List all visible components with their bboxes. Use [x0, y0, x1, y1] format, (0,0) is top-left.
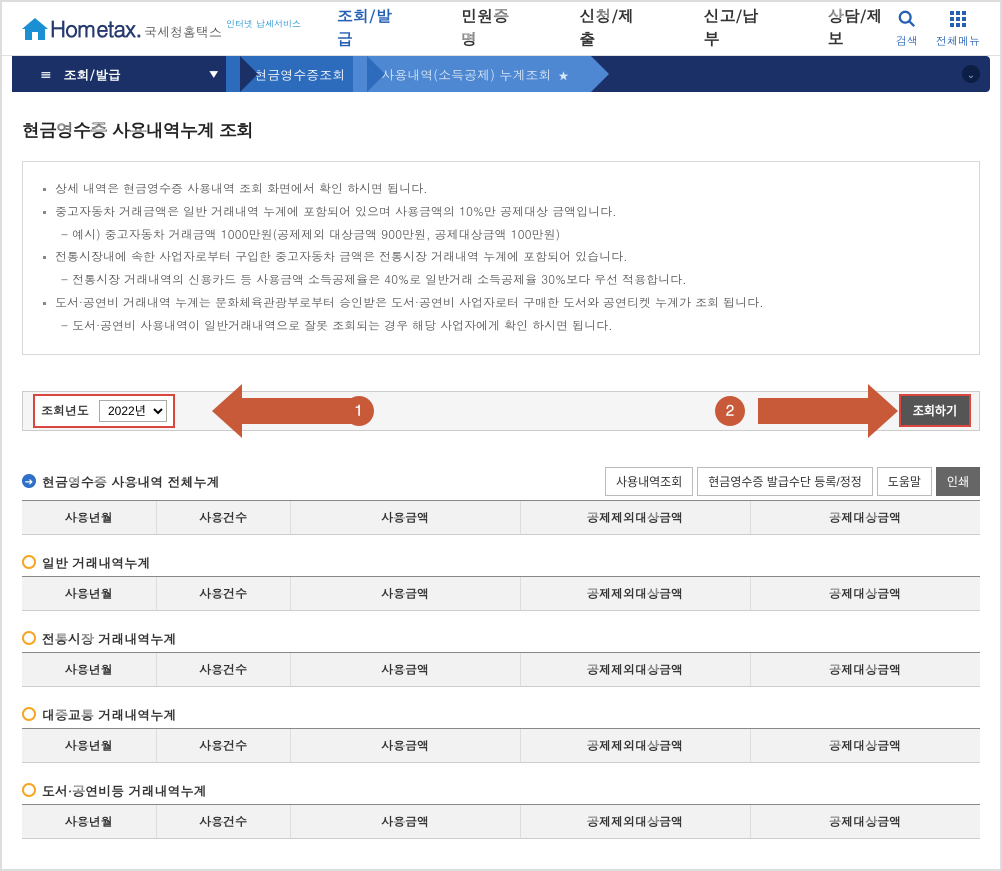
logo-tagline: 인터넷 납세서비스: [226, 17, 301, 30]
crumb-root[interactable]: ≡조회/발급▼: [12, 56, 240, 92]
info-subline: - 전통시장 거래내역의 신용카드 등 사용금액 소득공제율은 40%로 일반거…: [43, 269, 959, 292]
logo-main: Hometax.: [50, 13, 142, 44]
badge-2: 2: [715, 396, 745, 426]
circle-icon: [22, 555, 36, 569]
info-box: 상세 내역은 현금영수증 사용내역 조회 화면에서 확인 하시면 됩니다. 중고…: [22, 161, 980, 355]
full-menu-label: 전체메뉴: [936, 34, 980, 49]
col-month: 사용년월: [22, 500, 156, 534]
circle-icon: [22, 783, 36, 797]
info-line: 도서·공연비 거래내역 누계는 문화체육관광부로부터 승인받은 도서·공연비 사…: [43, 292, 959, 315]
arrow-circle-icon: ➔: [22, 474, 36, 488]
total-section-title: 현금영수증 사용내역 전체누계: [42, 472, 220, 491]
total-section-header: ➔ 현금영수증 사용내역 전체누계 사용내역조회 현금영수증 발급수단 등록/정…: [22, 467, 980, 496]
query-wrap: 조회년도 2022년 조회하기 1 2: [22, 381, 980, 441]
info-line: 전통시장내에 속한 사업자로부터 구입한 중고자동차 금액은 전통시장 거래내역…: [43, 246, 959, 269]
transport-table: 사용년월 사용건수 사용금액 공제제외대상금액 공제대상금액: [22, 728, 980, 763]
logo-sub: 국세청홈택스: [144, 22, 222, 41]
year-select[interactable]: 2022년: [99, 400, 167, 422]
lookup-button[interactable]: 조회하기: [901, 396, 969, 425]
badge-1: 1: [344, 396, 374, 426]
col-deductible: 공제대상금액: [750, 500, 980, 534]
year-label: 조회년도: [41, 402, 89, 419]
star-icon[interactable]: ★: [557, 67, 569, 84]
market-table: 사용년월 사용건수 사용금액 공제제외대상금액 공제대상금액: [22, 652, 980, 687]
info-line: 상세 내역은 현금영수증 사용내역 조회 화면에서 확인 하시면 됩니다.: [43, 178, 959, 201]
search-label: 검색: [896, 34, 918, 49]
header-right: 검색 전체메뉴: [896, 9, 980, 49]
breadcrumb: ≡조회/발급▼ 현금영수증조회 사용내역(소득공제) 누계조회★ ⌄: [12, 56, 990, 92]
crumb-fill: ⌄: [577, 56, 990, 92]
print-button[interactable]: 인쇄: [936, 467, 980, 496]
house-icon: [20, 16, 50, 42]
circle-icon: [22, 707, 36, 721]
info-subline: - 도서·공연비 사용내역이 일반거래내역으로 잘못 조회되는 경우 해당 사업…: [43, 315, 959, 338]
sub-section-header: 대중교통 거래내역누계: [22, 705, 980, 724]
total-table: 사용년월 사용건수 사용금액 공제제외대상금액 공제대상금액: [22, 500, 980, 535]
search-action[interactable]: 검색: [896, 9, 918, 49]
col-amount: 사용금액: [290, 500, 520, 534]
general-table: 사용년월 사용건수 사용금액 공제제외대상금액 공제대상금액: [22, 576, 980, 611]
top-header: Hometax. 국세청홈택스 인터넷 납세서비스 조회/발급 민원증명 신청/…: [2, 2, 1000, 56]
sub-section-header: 전통시장 거래내역누계: [22, 629, 980, 648]
circle-icon: [22, 631, 36, 645]
grid-icon: [936, 9, 980, 34]
info-subline: - 예시) 중고자동차 거래금액 1000만원(공제제외 대상금액 900만원,…: [43, 224, 959, 247]
year-block: 조회년도 2022년: [33, 394, 175, 428]
crumb-level3[interactable]: 사용내역(소득공제) 누계조회★: [353, 56, 591, 92]
register-method-button[interactable]: 현금영수증 발급수단 등록/정정: [697, 467, 873, 496]
sub-section-header: 일반 거래내역누계: [22, 553, 980, 572]
chevron-down-icon[interactable]: ⌄: [962, 65, 980, 83]
caret-down-icon: ▼: [209, 67, 218, 81]
page-title: 현금영수증 사용내역누계 조회: [22, 118, 980, 143]
sub-section-title: 일반 거래내역누계: [42, 553, 150, 572]
arrow-left-annotation: [212, 384, 352, 438]
sub-section-title: 도서·공연비등 거래내역누계: [42, 781, 207, 800]
search-icon: [896, 9, 918, 34]
full-menu-action[interactable]: 전체메뉴: [936, 9, 980, 49]
col-excluded: 공제제외대상금액: [520, 500, 750, 534]
sub-section-title: 전통시장 거래내역누계: [42, 629, 176, 648]
help-button[interactable]: 도움말: [877, 467, 932, 496]
sub-section-header: 도서·공연비등 거래내역누계: [22, 781, 980, 800]
sub-section-title: 대중교통 거래내역누계: [42, 705, 176, 724]
info-line: 중고자동차 거래금액은 일반 거래내역 누계에 포함되어 있으며 사용금액의 1…: [43, 201, 959, 224]
logo[interactable]: Hometax. 국세청홈택스 인터넷 납세서비스: [20, 13, 301, 44]
hamburger-icon: ≡: [40, 64, 52, 84]
arrow-right-annotation: [758, 384, 898, 438]
col-count: 사용건수: [156, 500, 290, 534]
usage-detail-button[interactable]: 사용내역조회: [605, 467, 693, 496]
culture-table: 사용년월 사용건수 사용금액 공제제외대상금액 공제대상금액: [22, 804, 980, 839]
